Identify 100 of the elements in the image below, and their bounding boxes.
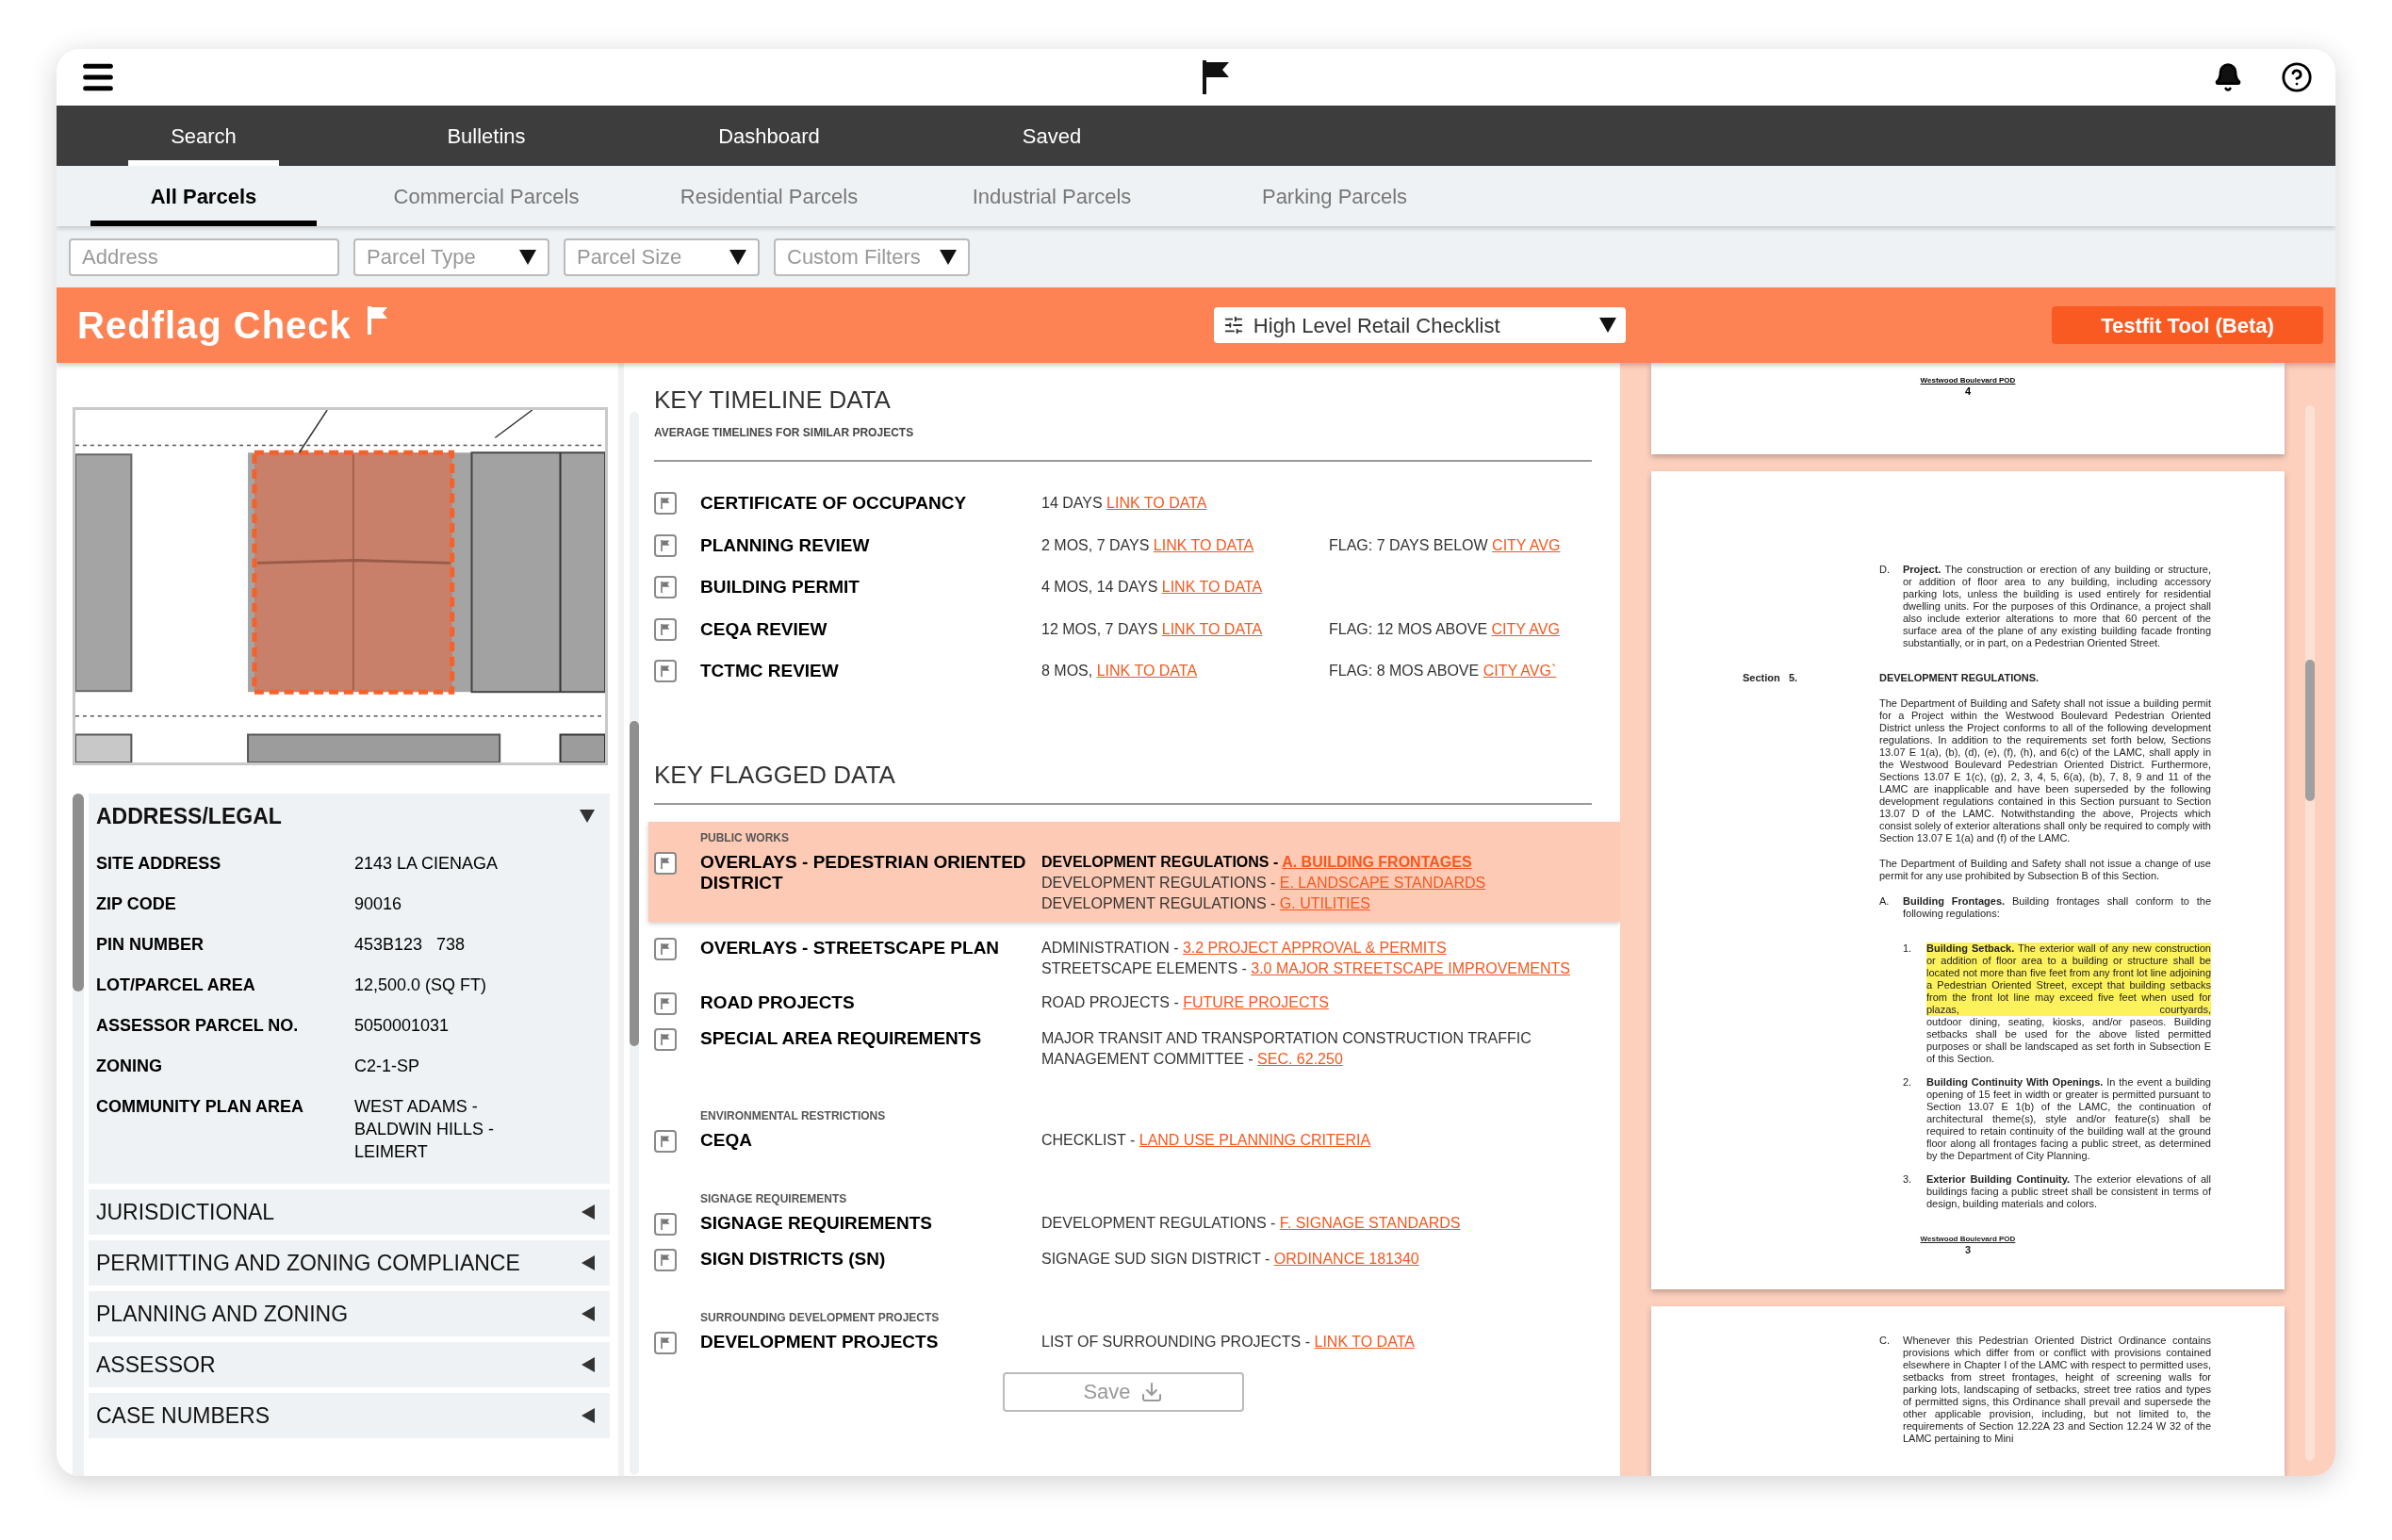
accordion-header[interactable]: CASE NUMBERS [96, 1393, 602, 1438]
list-marker: 2. [1903, 1076, 1913, 1089]
flag-icon [660, 1253, 671, 1267]
notifications-button[interactable] [2213, 62, 2243, 92]
page-number: 3 [1964, 1244, 1972, 1255]
city-average-link[interactable]: CITY AVG [1491, 620, 1560, 637]
field-label: ZONING [96, 1056, 163, 1077]
flag-button[interactable] [654, 1212, 677, 1236]
flag-note: FLAG: 7 DAYS BELOW CITY AVG [1329, 535, 1562, 555]
flag-button[interactable] [654, 1027, 677, 1051]
list-marker: 1. [1903, 942, 1913, 956]
section-title: KEY TIMELINE DATA [654, 385, 892, 416]
accordion-header[interactable]: ADDRESS/LEGAL [96, 794, 602, 839]
parcel-tab[interactable]: Industrial Parcels [939, 166, 1165, 226]
filter-dropdown[interactable]: Parcel Type [353, 238, 549, 276]
parcel-tab[interactable]: Commercial Parcels [373, 166, 599, 226]
flag-icon [660, 1032, 671, 1046]
data-link[interactable]: LINK TO DATA [1106, 495, 1207, 512]
data-link[interactable]: LINK TO DATA [1161, 620, 1263, 637]
flag-button[interactable] [654, 617, 677, 641]
flag-button[interactable] [654, 1331, 677, 1354]
page-footer-title: Westwood Boulevard POD [1919, 376, 2017, 385]
data-link[interactable]: LINK TO DATA [1161, 579, 1263, 596]
regulation-link[interactable]: LINK TO DATA [1314, 1333, 1415, 1350]
flag-button[interactable] [654, 851, 677, 875]
data-link[interactable]: LINK TO DATA [1153, 536, 1254, 553]
address-field[interactable]: Address [69, 238, 339, 276]
timeline-value: 8 MOS, LINK TO DATA [1041, 662, 1199, 681]
regulation-link[interactable]: FUTURE PROJECTS [1183, 993, 1329, 1010]
flag-button[interactable] [654, 576, 677, 599]
flagged-label: OVERLAYS - STREETSCAPE PLAN [700, 937, 1001, 959]
caret-left-icon [582, 1357, 595, 1372]
flagged-row[interactable]: SIGNAGE REQUIREMENTS SIGNAGE REQUIREMENTS DEVELOPMENT REGULATIONS - F. SIGNAGE STANDARDS [648, 1183, 1620, 1242]
accordion-header[interactable]: JURISDICTIONAL [96, 1189, 602, 1235]
flagged-row[interactable]: SIGN DISTRICTS (SN) SIGNAGE SUD SIGN DISTRICT - ORDINANCE 181340 [648, 1241, 1620, 1278]
list-marker: D. [1879, 564, 1891, 577]
flag-button[interactable] [654, 991, 677, 1015]
regulation-link[interactable]: A. BUILDING FRONTAGES [1282, 853, 1472, 870]
nav-tab[interactable]: Dashboard [694, 106, 844, 166]
section-number: Section 5. [1743, 672, 1799, 684]
scrollbar[interactable] [73, 794, 84, 1476]
regulation-link[interactable]: 3.0 MAJOR STREETSCAPE IMPROVEMENTS [1251, 959, 1570, 976]
caret-icon [519, 249, 536, 265]
checklist-dropdown[interactable]: High Level Retail Checklist [1213, 307, 1626, 343]
regulation-link[interactable]: SEC. 62.250 [1257, 1050, 1343, 1067]
flagged-row[interactable]: SPECIAL AREA REQUIREMENTS MAJOR TRANSIT AND TRANSPORTATION CONSTRUCTION TRAFFIC MANAGEMENT COMMITTEE - SEC. 62.250 [648, 1021, 1620, 1076]
flag-icon [660, 856, 671, 870]
data-link[interactable]: LINK TO DATA [1096, 663, 1198, 680]
accordion-header[interactable]: PLANNING AND ZONING [96, 1291, 602, 1336]
flag-button[interactable] [654, 492, 677, 516]
section-title: KEY FLAGGED DATA [654, 759, 896, 791]
testfit-button[interactable]: Testfit Tool (Beta) [2052, 306, 2323, 344]
field-value: 453B123 738 [354, 934, 467, 956]
timeline-label: CERTIFICATE OF OCCUPANCY [700, 492, 968, 515]
flagged-label: DEVELOPMENT PROJECTS [700, 1331, 940, 1353]
flag-button[interactable] [654, 1248, 677, 1271]
flagged-row[interactable]: SURROUNDING DEVELOPMENT PROJECTS DEVELOPMENT PROJECTS LIST OF SURROUNDING PROJECTS - LINK TO DATA [648, 1302, 1620, 1361]
flag-button[interactable] [654, 533, 677, 557]
timeline-value: 4 MOS, 14 DAYS LINK TO DATA [1041, 578, 1264, 598]
flagged-row[interactable]: ROAD PROJECTS ROAD PROJECTS - FUTURE PROJECTS [648, 985, 1620, 1022]
regulation-link[interactable]: G. UTILITIES [1279, 894, 1370, 911]
page-number: 4 [1964, 385, 1972, 397]
scrollbar[interactable] [2305, 405, 2315, 1461]
timeline-value: 12 MOS, 7 DAYS LINK TO DATA [1041, 619, 1264, 639]
detail-text: ADMINISTRATION - 3.2 PROJECT APPROVAL & PERMITS [1041, 938, 1448, 958]
field-label: ASSESSOR PARCEL NO. [96, 1015, 300, 1037]
caret-icon [729, 249, 746, 265]
flag-button[interactable] [654, 1129, 677, 1153]
flagged-row[interactable]: ENVIRONMENTAL RESTRICTIONS CEQA CHECKLIST - LAND USE PLANNING CRITERIA [648, 1100, 1620, 1159]
detail-text: SIGNAGE SUD SIGN DISTRICT - ORDINANCE 181340 [1041, 1249, 1420, 1269]
accordion-header[interactable]: ASSESSOR [96, 1342, 602, 1387]
flag-button[interactable] [654, 660, 677, 683]
detail-text: DEVELOPMENT REGULATIONS - G. UTILITIES [1041, 893, 1371, 913]
accordion-header[interactable]: PERMITTING AND ZONING COMPLIANCE [96, 1240, 602, 1286]
regulation-link[interactable]: ORDINANCE 181340 [1273, 1250, 1419, 1267]
flagged-label: SIGNAGE REQUIREMENTS [700, 1212, 933, 1235]
regulation-link[interactable]: F. SIGNAGE STANDARDS [1279, 1214, 1461, 1231]
filter-dropdown[interactable]: Custom Filters [774, 238, 970, 276]
parcel-tab[interactable]: Residential Parcels [656, 166, 882, 226]
parcel-tab[interactable]: Parking Parcels [1221, 166, 1448, 226]
document-paragraph: Building Frontages. Building frontages shall conform to the following regulations: [1903, 895, 2211, 920]
flag-button[interactable] [654, 937, 677, 960]
city-average-link[interactable]: CITY AVG` [1483, 663, 1557, 680]
help-button[interactable] [2281, 61, 2313, 93]
filter-dropdown[interactable]: Parcel Size [564, 238, 760, 276]
timeline-label: BUILDING PERMIT [700, 576, 860, 598]
save-button[interactable]: Save [1002, 1371, 1244, 1412]
regulation-link[interactable]: LAND USE PLANNING CRITERIA [1139, 1131, 1371, 1148]
regulation-link[interactable]: E. LANDSCAPE STANDARDS [1279, 874, 1486, 891]
flagged-row[interactable]: PUBLIC WORKS OVERLAYS - PEDESTRIAN ORIENTED DISTRICT DEVELOPMENT REGULATIONS - A. BUILDING FRONTAGES DEVELOPMENT REGULATIONS - E. LANDSCAPE STANDARDS DEVELOPMENT REGULATIONS - G. UTILITIES [648, 821, 1620, 922]
flag-icon [660, 538, 671, 552]
nav-tab[interactable]: Bulletins [411, 106, 562, 166]
page-title: Redflag Check [77, 303, 352, 348]
regulation-link[interactable]: 3.2 PROJECT APPROVAL & PERMITS [1182, 939, 1447, 956]
flagged-row[interactable]: OVERLAYS - STREETSCAPE PLAN ADMINISTRATION - 3.2 PROJECT APPROVAL & PERMITS STREETSCAPE ELEMENTS - 3.0 MAJOR STREETSCAPE IMPROVEMENTS [648, 930, 1620, 986]
nav-tab[interactable]: Saved [976, 106, 1127, 166]
list-marker: 3. [1903, 1173, 1913, 1187]
city-average-link[interactable]: CITY AVG [1492, 536, 1561, 553]
scrollbar[interactable] [630, 412, 639, 1475]
caret-left-icon [582, 1306, 595, 1321]
